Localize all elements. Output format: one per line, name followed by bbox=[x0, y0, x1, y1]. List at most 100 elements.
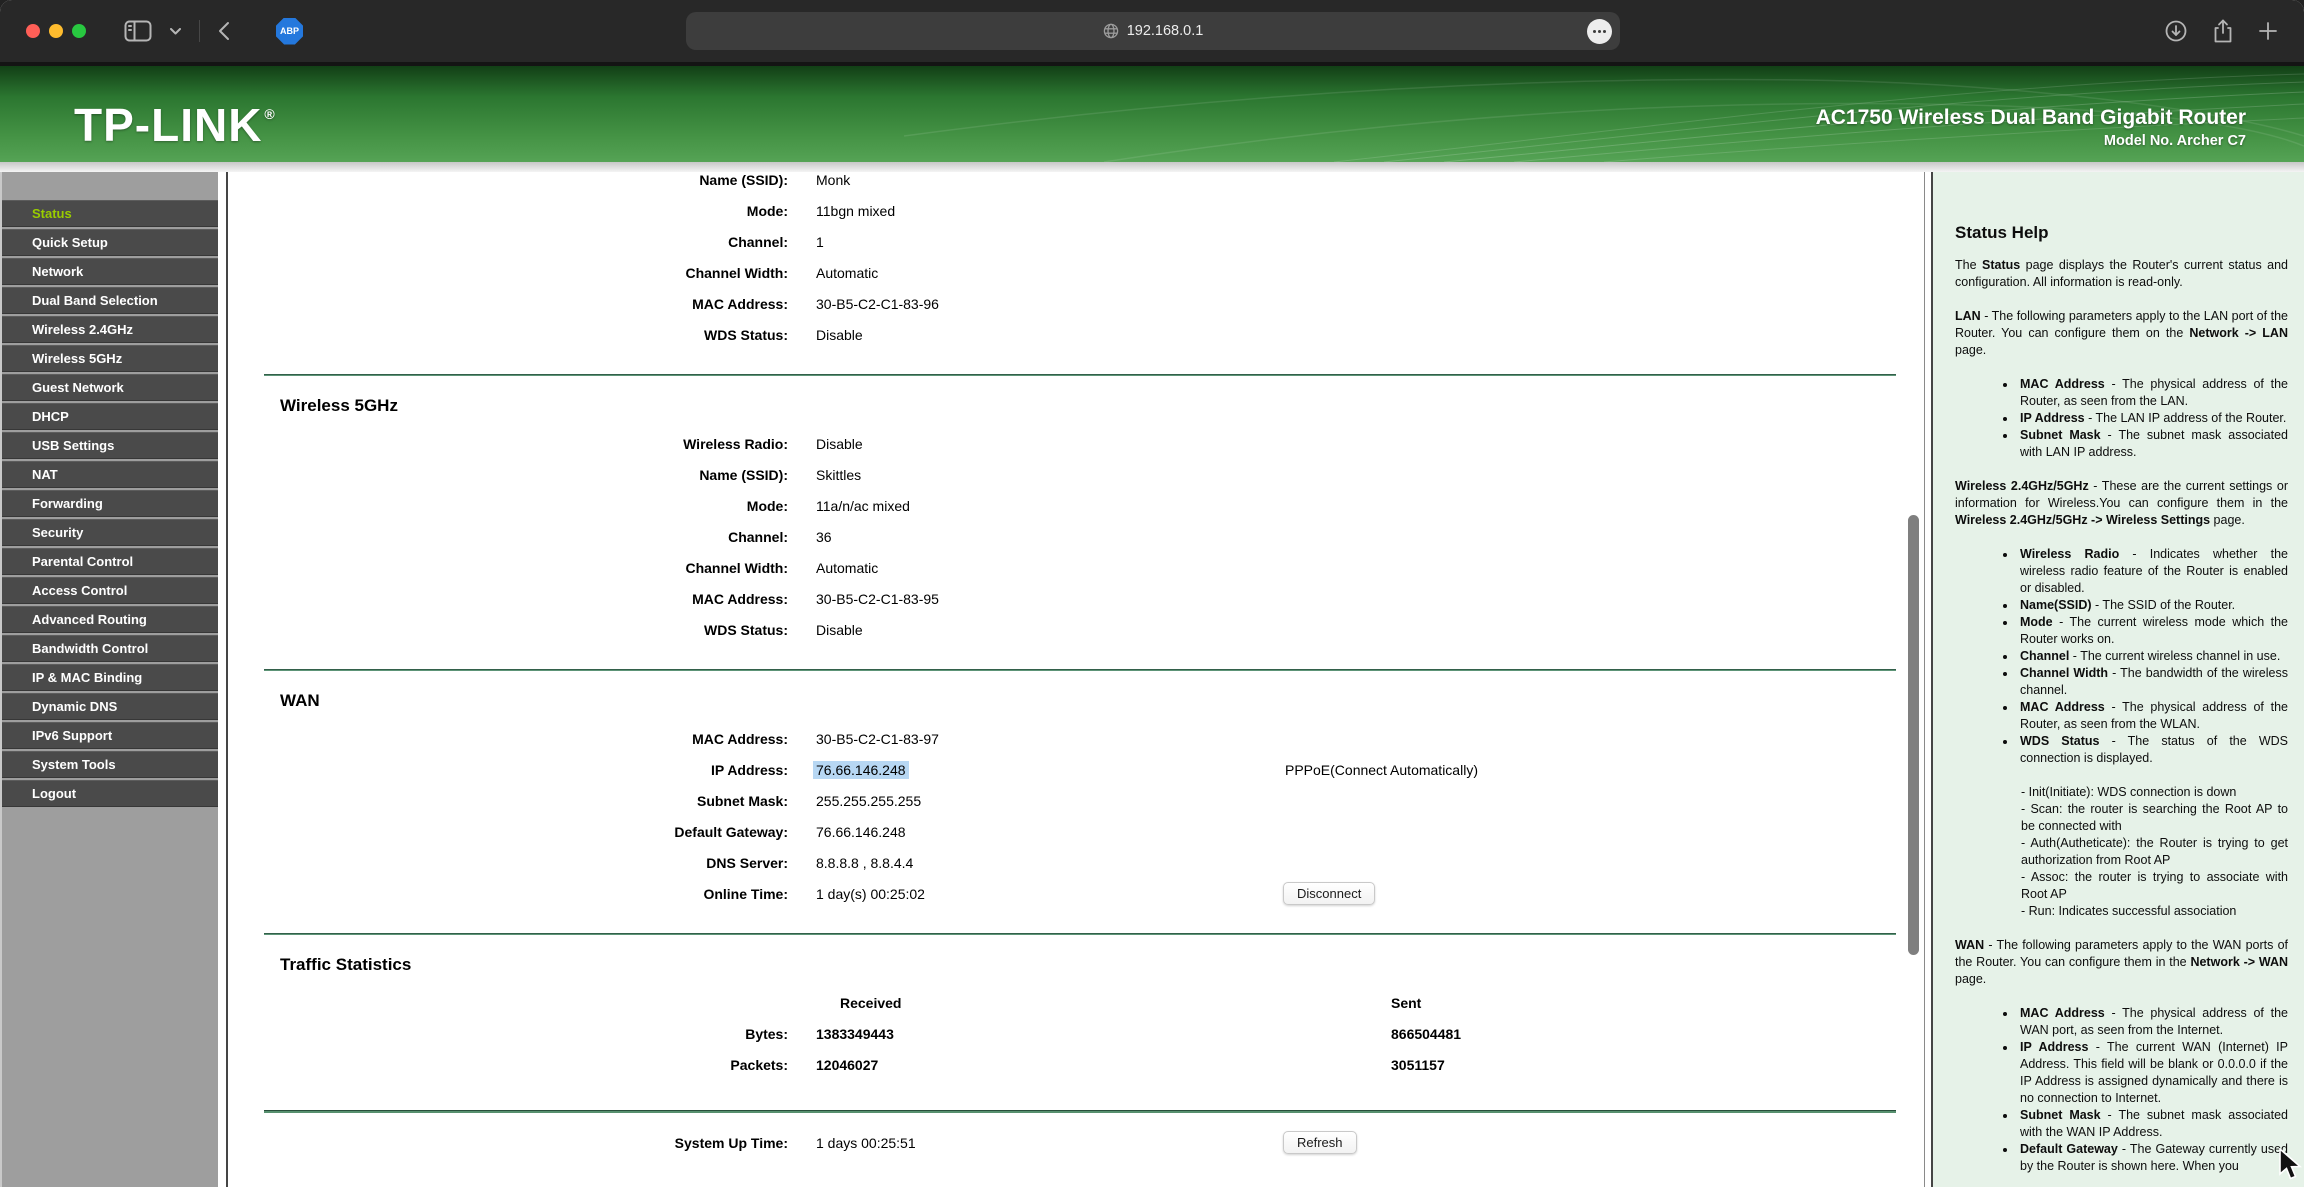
sidebar-item-ipv6-support[interactable]: IPv6 Support bbox=[2, 722, 218, 749]
sidebar-item-advanced-routing[interactable]: Advanced Routing bbox=[2, 606, 218, 633]
help-bullet-item: MAC Address - The physical address of th… bbox=[2017, 699, 2288, 733]
sidebar-item-dual-band-selection[interactable]: Dual Band Selection bbox=[2, 287, 218, 314]
row-value-selected: 76.66.146.248 bbox=[813, 761, 909, 779]
sidebar-item-wireless-5ghz[interactable]: Wireless 5GHz bbox=[2, 345, 218, 372]
router-title: AC1750 Wireless Dual Band Gigabit Router bbox=[1816, 106, 2246, 130]
traffic-row: Bytes: 1383349443 866504481 bbox=[228, 1018, 1924, 1049]
help-bullet-item: IP Address - The LAN IP address of the R… bbox=[2017, 410, 2288, 427]
wireless-24ghz-row: Channel:1 bbox=[228, 226, 1924, 257]
disconnect-button[interactable]: Disconnect bbox=[1283, 882, 1375, 905]
help-bullet-list: MAC Address - The physical address of th… bbox=[1955, 1005, 2288, 1175]
row-label: System Up Time: bbox=[228, 1135, 788, 1151]
help-bullet-item: Mode - The current wireless mode which t… bbox=[2017, 614, 2288, 648]
new-tab-icon[interactable] bbox=[2258, 21, 2278, 41]
row-label: Online Time: bbox=[228, 886, 788, 902]
system-uptime-row: System Up Time: 1 days 00:25:51 Refresh bbox=[228, 1127, 1924, 1158]
wireless-5ghz-row: WDS Status:Disable bbox=[228, 614, 1924, 645]
chevron-down-icon[interactable] bbox=[170, 28, 181, 35]
sidebar-item-system-tools[interactable]: System Tools bbox=[2, 751, 218, 778]
sidebar-item-dynamic-dns[interactable]: Dynamic DNS bbox=[2, 693, 218, 720]
received-column-header: Received bbox=[840, 995, 901, 1011]
row-label: Channel Width: bbox=[228, 265, 788, 281]
refresh-button[interactable]: Refresh bbox=[1283, 1131, 1357, 1154]
more-icon[interactable] bbox=[1587, 19, 1612, 44]
help-bullet-item: Subnet Mask - The subnet mask associated… bbox=[2017, 427, 2288, 461]
sidebar-item-logout[interactable]: Logout bbox=[2, 780, 218, 807]
back-icon[interactable] bbox=[218, 21, 230, 41]
sent-value: 866504481 bbox=[1391, 1026, 1461, 1042]
row-label: WDS Status: bbox=[228, 622, 788, 638]
wan-row: Online Time: 1 day(s) 00:25:02 Disconnect bbox=[228, 878, 1924, 909]
help-bullet-item: Channel Width - The bandwidth of the wir… bbox=[2017, 665, 2288, 699]
sidebar-item-wireless-2-4ghz[interactable]: Wireless 2.4GHz bbox=[2, 316, 218, 343]
row-label: Subnet Mask: bbox=[228, 793, 788, 809]
sidebar-item-nat[interactable]: NAT bbox=[2, 461, 218, 488]
sidebar-gap bbox=[218, 172, 226, 1187]
sidebar-item-quick-setup[interactable]: Quick Setup bbox=[2, 229, 218, 256]
scrollbar-thumb[interactable] bbox=[1908, 515, 1919, 955]
sidebar-item-usb-settings[interactable]: USB Settings bbox=[2, 432, 218, 459]
window-controls bbox=[26, 24, 86, 38]
row-label: Name (SSID): bbox=[228, 172, 788, 188]
row-label: Bytes: bbox=[228, 1026, 788, 1042]
wireless-24ghz-row: MAC Address:30-B5-C2-C1-83-96 bbox=[228, 288, 1924, 319]
help-panel: Status Help The Status page displays the… bbox=[1931, 172, 2304, 1187]
sidebar-item-parental-control[interactable]: Parental Control bbox=[2, 548, 218, 575]
window-close-button[interactable] bbox=[26, 24, 40, 38]
received-value: 1383349443 bbox=[816, 1026, 894, 1042]
wireless-5ghz-row: Wireless Radio:Disable bbox=[228, 428, 1924, 459]
row-label: MAC Address: bbox=[228, 591, 788, 607]
sidebar-item-guest-network[interactable]: Guest Network bbox=[2, 374, 218, 401]
row-value: 1 day(s) 00:25:02 bbox=[816, 886, 925, 902]
window-minimize-button[interactable] bbox=[49, 24, 63, 38]
sent-column-header: Sent bbox=[1391, 995, 1421, 1011]
help-paragraph: LAN - The following parameters apply to … bbox=[1955, 308, 2288, 359]
toolbar-divider bbox=[199, 20, 200, 42]
help-bullet-list: MAC Address - The physical address of th… bbox=[1955, 376, 2288, 461]
sidebar-item-dhcp[interactable]: DHCP bbox=[2, 403, 218, 430]
content-sections: Name (SSID):MonkMode:11bgn mixedChannel:… bbox=[228, 172, 1924, 1113]
row-value: 30-B5-C2-C1-83-95 bbox=[816, 591, 939, 607]
row-value: 36 bbox=[816, 529, 832, 545]
wireless-24ghz-row: WDS Status:Disable bbox=[228, 319, 1924, 350]
sidebar-item-forwarding[interactable]: Forwarding bbox=[2, 490, 218, 517]
section-separator bbox=[264, 933, 1896, 935]
traffic-table-header: Received Sent bbox=[228, 987, 1924, 1018]
help-bullet-item: IP Address - The current WAN (Internet) … bbox=[2017, 1039, 2288, 1107]
sidebar-item-security[interactable]: Security bbox=[2, 519, 218, 546]
row-value: 1 bbox=[816, 234, 824, 250]
row-value: 11a/n/ac mixed bbox=[816, 498, 910, 514]
wireless-24ghz-row: Name (SSID): Monk bbox=[228, 172, 1924, 195]
wireless-24ghz-row: Mode:11bgn mixed bbox=[228, 195, 1924, 226]
sidebar-item-ip-mac-binding[interactable]: IP & MAC Binding bbox=[2, 664, 218, 691]
row-label: Channel: bbox=[228, 529, 788, 545]
row-value: Monk bbox=[816, 172, 850, 188]
row-value: Disable bbox=[816, 436, 863, 452]
wan-row: Subnet Mask:255.255.255.255 bbox=[228, 785, 1924, 816]
sidebar-item-access-control[interactable]: Access Control bbox=[2, 577, 218, 604]
row-label: MAC Address: bbox=[228, 296, 788, 312]
address-bar[interactable]: 192.168.0.1 bbox=[686, 12, 1620, 50]
sidebar-item-bandwidth-control[interactable]: Bandwidth Control bbox=[2, 635, 218, 662]
sidebar-toggle-icon[interactable] bbox=[124, 20, 152, 42]
router-model: Model No. Archer C7 bbox=[1816, 133, 2246, 149]
row-label: Name (SSID): bbox=[228, 467, 788, 483]
help-subline: - Assoc: the router is trying to associa… bbox=[2021, 869, 2288, 903]
adblock-extension-icon[interactable]: ABP bbox=[276, 18, 303, 45]
row-value: Automatic bbox=[816, 560, 878, 576]
row-value: Skittles bbox=[816, 467, 861, 483]
wan-row: IP Address:76.66.146.248PPPoE(Connect Au… bbox=[228, 754, 1924, 785]
sidebar-item-network[interactable]: Network bbox=[2, 258, 218, 285]
row-value: 8.8.8.8 , 8.8.4.4 bbox=[816, 855, 913, 871]
share-icon[interactable] bbox=[2212, 18, 2234, 44]
browser-window: ABP 192.168.0.1 bbox=[0, 0, 2304, 1187]
row-label: WDS Status: bbox=[228, 327, 788, 343]
help-bullet-item: Name(SSID) - The SSID of the Router. bbox=[2017, 597, 2288, 614]
received-value: 12046027 bbox=[816, 1057, 878, 1073]
window-zoom-button[interactable] bbox=[72, 24, 86, 38]
help-title: Status Help bbox=[1955, 224, 2288, 241]
downloads-icon[interactable] bbox=[2164, 19, 2188, 43]
sidebar-item-status[interactable]: Status bbox=[2, 200, 218, 227]
section-heading-wireless-5ghz: Wireless 5GHz bbox=[280, 396, 1924, 416]
row-value: Automatic bbox=[816, 265, 878, 281]
